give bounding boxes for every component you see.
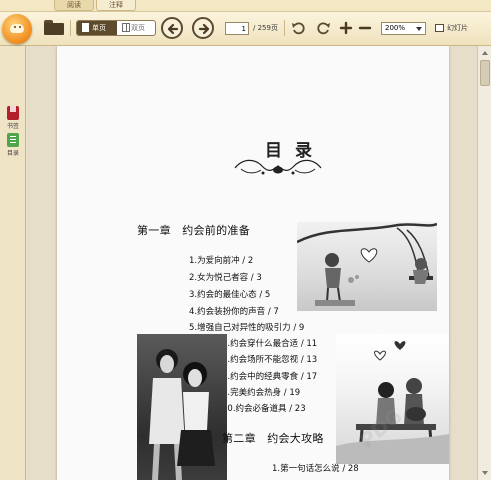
toc-entry[interactable]: 10.约会必备道具 / 23 [222, 402, 306, 414]
arrow-left-icon [167, 23, 179, 35]
previous-page-button[interactable] [161, 17, 183, 39]
toc-entry[interactable]: 2.女为悦己者容 / 3 [189, 271, 262, 283]
zoom-select[interactable]: 200% [381, 22, 426, 35]
arrow-right-icon [198, 23, 210, 35]
slideshow-label: 幻灯片 [447, 24, 468, 32]
toolbar-divider [284, 20, 285, 36]
chapter-heading: 第一章 约会前的准备 [137, 224, 250, 237]
logo-eye [19, 26, 21, 28]
chevron-down-icon [416, 27, 422, 31]
vertical-scrollbar[interactable] [477, 46, 491, 480]
sidebar-item-toc[interactable]: 目录 [4, 133, 22, 157]
document-page: 目录 第一章 约会前的准备 1.为爱向前冲 / 2 2.女为悦己者容 / 3 3… [57, 46, 449, 480]
zoom-value: 200% [385, 24, 406, 32]
app-logo-icon[interactable] [2, 14, 32, 44]
toolbar-divider [70, 20, 71, 36]
sidebar-item-label: 书签 [6, 123, 19, 130]
open-folder-icon[interactable] [44, 20, 64, 35]
zoom-in-icon[interactable] [339, 21, 353, 35]
couple-swing-illustration [297, 222, 437, 311]
scroll-down-icon[interactable] [480, 468, 490, 478]
slideshow-icon [435, 24, 444, 32]
title-bar: 阅读 注释 [0, 0, 491, 12]
sidebar-item-bookmark[interactable]: 书签 [4, 106, 22, 130]
document-viewport[interactable]: 目录 第一章 约会前的准备 1.为爱向前冲 / 2 2.女为悦己者容 / 3 3… [27, 46, 477, 480]
toc-entry[interactable]: 4.约会装扮你的声音 / 7 [189, 305, 279, 317]
double-page-icon [122, 23, 130, 32]
couple-bench-illustration [336, 334, 449, 464]
scrollbar-thumb[interactable] [480, 60, 490, 86]
side-panel: 书签 目录 [0, 46, 26, 480]
rotate-right-icon[interactable] [317, 21, 331, 35]
scroll-up-icon[interactable] [480, 48, 490, 58]
page-total: / 259页 [253, 24, 278, 32]
next-page-button[interactable] [192, 17, 214, 39]
slideshow-button[interactable]: 幻灯片 [435, 22, 468, 35]
bookmark-icon [7, 106, 19, 120]
toc-entry[interactable]: 1.第一句话怎么说 / 28 [272, 462, 359, 474]
sidebar-item-label: 目录 [6, 150, 19, 157]
folder-body [44, 23, 64, 35]
toc-entry[interactable]: 6.约会穿什么最合适 / 11 [222, 337, 317, 349]
toc-entry[interactable]: 1.为爱向前冲 / 2 [189, 254, 253, 266]
tab-note[interactable]: 注释 [96, 0, 136, 11]
double-page-label: 双页 [131, 24, 145, 32]
zoom-out-icon[interactable] [358, 21, 372, 35]
toc-entry[interactable]: 8.约会中的经典零食 / 17 [222, 370, 317, 382]
single-page-button[interactable]: 单页 [77, 21, 117, 35]
page-number-input[interactable] [225, 22, 249, 35]
rotate-left-icon[interactable] [291, 21, 305, 35]
toc-entry[interactable]: 3.约会的最佳心态 / 5 [189, 288, 270, 300]
logo-face [10, 24, 24, 33]
toc-icon [7, 133, 19, 147]
double-page-button[interactable]: 双页 [117, 21, 155, 35]
page-mode-switch: 单页 双页 [76, 20, 156, 36]
toc-entry[interactable]: 9.完美约会热身 / 19 [222, 386, 300, 398]
tab-read[interactable]: 阅读 [54, 0, 94, 11]
single-page-icon [82, 23, 89, 32]
toc-entry[interactable]: 7.约会场所不能忽视 / 13 [222, 353, 317, 365]
couple-photo-illustration [137, 334, 227, 480]
logo-eye [14, 26, 16, 28]
toc-entry[interactable]: 5.增强自己对异性的吸引力 / 9 [189, 321, 304, 333]
single-page-label: 单页 [92, 24, 106, 32]
chapter-heading: 第二章 约会大攻略 [222, 432, 324, 445]
ornament-divider [234, 159, 322, 175]
